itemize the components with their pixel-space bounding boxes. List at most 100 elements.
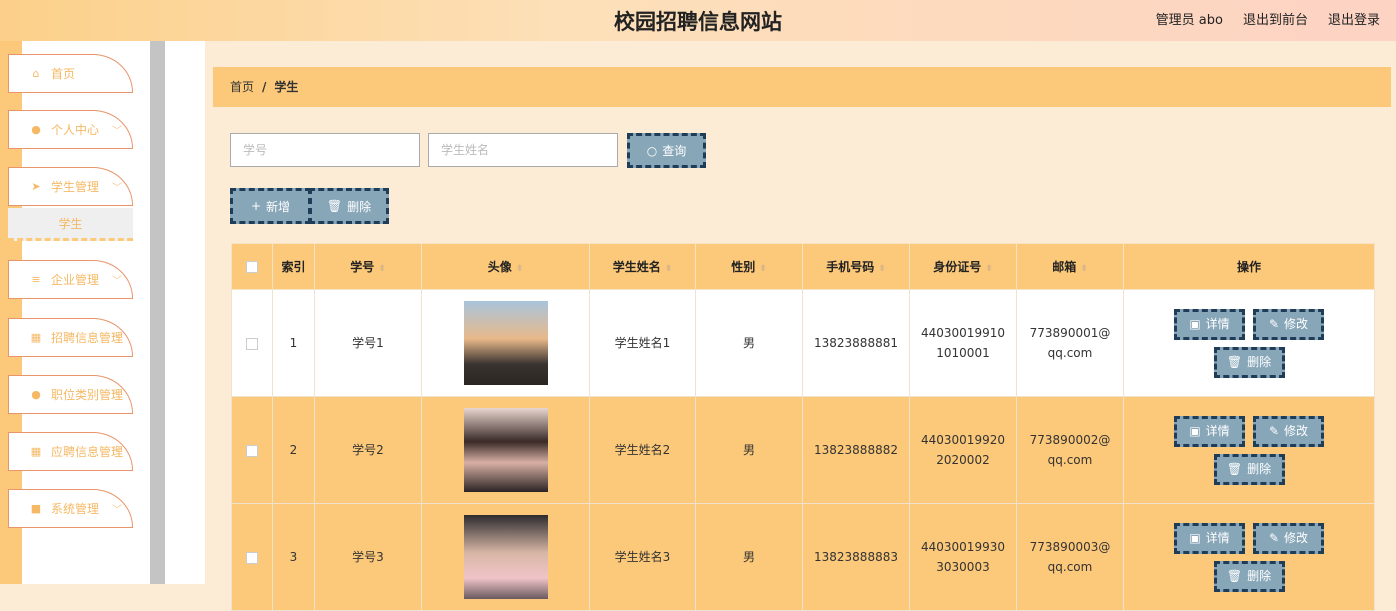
edit-button[interactable]: ✎ 修改 bbox=[1253, 415, 1324, 447]
sort-icon[interactable]: ⬍ bbox=[378, 264, 386, 274]
cell-student-id: 学号1 bbox=[314, 289, 422, 397]
edit-button[interactable]: ✎ 修改 bbox=[1253, 308, 1324, 340]
table-row: 1 学号1 学生姓名1 男 13823888881 44030019910101… bbox=[231, 289, 1375, 397]
cell-phone: 13823888881 bbox=[802, 289, 910, 397]
cell-index: 1 bbox=[272, 289, 315, 397]
trash-icon: 🗑 bbox=[1226, 355, 1243, 369]
batch-delete-button[interactable]: 🗑 删除 bbox=[309, 188, 389, 224]
delete-label: 删除 bbox=[347, 199, 372, 214]
column-header[interactable]: 头像 ⬍ bbox=[421, 243, 590, 290]
header-label: 索引 bbox=[281, 260, 306, 274]
cell-idcard: 440300199303030003 bbox=[909, 503, 1017, 611]
cell-name: 学生姓名2 bbox=[589, 396, 696, 504]
sidebar-scrollbar[interactable] bbox=[150, 41, 165, 584]
sidebar-item-label: 系统管理 bbox=[51, 502, 100, 516]
cell-name: 学生姓名1 bbox=[589, 289, 696, 397]
logout-link[interactable]: 退出登录 bbox=[1328, 9, 1380, 28]
pencil-icon: ✎ bbox=[1268, 531, 1280, 545]
admin-user: 管理员 abo bbox=[1155, 13, 1223, 28]
column-header[interactable]: 学号 ⬍ bbox=[314, 243, 422, 290]
paper-plane-icon: ➤ bbox=[31, 180, 41, 193]
table-row: 2 学号2 学生姓名2 男 13823888882 44030019920202… bbox=[231, 396, 1375, 504]
column-header[interactable]: 手机号码 ⬍ bbox=[802, 243, 910, 290]
sort-icon[interactable]: ⬍ bbox=[665, 264, 673, 274]
row-checkbox[interactable] bbox=[246, 337, 258, 350]
chevron-down-icon: ﹀ bbox=[112, 505, 122, 516]
avatar-image bbox=[463, 408, 548, 492]
student-id-input[interactable]: 学号 bbox=[230, 133, 420, 167]
sidebar-item-label: 企业管理 bbox=[51, 273, 100, 287]
sidebar-item-0[interactable]: ⌂ 首页 bbox=[8, 54, 133, 93]
cell-email: 773890002@qq.com bbox=[1016, 396, 1124, 504]
exit-to-front-link[interactable]: 退出到前台 bbox=[1243, 9, 1308, 28]
sidebar-item-label: 首页 bbox=[51, 67, 76, 81]
search-icon: ○ bbox=[646, 143, 658, 158]
sidebar-item-5[interactable]: ● 职位类别管理 ﹀ bbox=[8, 375, 133, 414]
select-all-header bbox=[231, 243, 273, 290]
column-header: 索引 bbox=[272, 243, 315, 290]
sidebar-gap bbox=[165, 41, 205, 584]
delete-label: 删除 bbox=[1247, 569, 1272, 583]
settings-icon: ■ bbox=[30, 502, 42, 515]
row-checkbox[interactable] bbox=[246, 551, 258, 564]
cell-student-id: 学号2 bbox=[314, 396, 422, 504]
delete-button[interactable]: 🗑 删除 bbox=[1213, 346, 1285, 378]
sidebar-item-label: 个人中心 bbox=[51, 123, 100, 137]
header-label: 性别 bbox=[731, 260, 756, 274]
user-icon: ● bbox=[31, 123, 41, 136]
pencil-icon: ✎ bbox=[1268, 317, 1280, 331]
breadcrumb-current: 学生 bbox=[274, 80, 299, 94]
breadcrumb-home[interactable]: 首页 bbox=[230, 80, 254, 94]
delete-button[interactable]: 🗑 删除 bbox=[1213, 453, 1285, 485]
column-header[interactable]: 学生姓名 ⬍ bbox=[589, 243, 696, 290]
sidebar-item-3[interactable]: ≡ 企业管理 ﹀ bbox=[8, 260, 133, 299]
select-all-checkbox[interactable] bbox=[246, 261, 258, 273]
cell-name: 学生姓名3 bbox=[589, 503, 696, 611]
column-header[interactable]: 性别 ⬍ bbox=[695, 243, 803, 290]
detail-label: 详情 bbox=[1205, 531, 1230, 545]
sidebar-item-7[interactable]: ■ 系统管理 ﹀ bbox=[8, 489, 133, 528]
detail-button[interactable]: ▣ 详情 bbox=[1174, 308, 1245, 340]
sort-icon[interactable]: ⬍ bbox=[878, 264, 886, 274]
breadcrumb: 首页 / 学生 bbox=[213, 67, 1391, 107]
header-label: 手机号码 bbox=[826, 260, 875, 274]
header-label: 学号 bbox=[350, 260, 375, 274]
add-label: 新增 bbox=[266, 199, 291, 214]
delete-button[interactable]: 🗑 删除 bbox=[1213, 560, 1285, 592]
sidebar-item-4[interactable]: ▦ 招聘信息管理 ﹀ bbox=[8, 318, 133, 357]
trash-icon: 🗑 bbox=[1226, 569, 1243, 583]
edit-label: 修改 bbox=[1284, 424, 1309, 438]
sidebar-item-label: 学生管理 bbox=[51, 180, 100, 194]
detail-label: 详情 bbox=[1205, 424, 1230, 438]
cell-phone: 13823888883 bbox=[802, 503, 910, 611]
chevron-down-icon: ﹀ bbox=[112, 276, 122, 287]
detail-button[interactable]: ▣ 详情 bbox=[1174, 522, 1245, 554]
delete-label: 删除 bbox=[1247, 462, 1272, 476]
cell-index: 3 bbox=[272, 503, 315, 611]
sort-icon[interactable]: ⬍ bbox=[516, 264, 524, 274]
add-button[interactable]: + 新增 bbox=[230, 188, 311, 224]
sidebar-item-2[interactable]: ➤ 学生管理 ﹀ bbox=[8, 167, 133, 206]
column-header[interactable]: 邮箱 ⬍ bbox=[1016, 243, 1124, 290]
query-button[interactable]: ○ 查询 bbox=[627, 133, 706, 168]
table-row: 3 学号3 学生姓名3 男 13823888883 44030019930303… bbox=[231, 503, 1375, 611]
pencil-icon: ✎ bbox=[1268, 424, 1280, 438]
sidebar-item-6[interactable]: ▦ 应聘信息管理 ﹀ bbox=[8, 432, 133, 471]
sort-icon[interactable]: ⬍ bbox=[985, 264, 993, 274]
detail-button[interactable]: ▣ 详情 bbox=[1174, 415, 1245, 447]
home-icon: ⌂ bbox=[32, 67, 40, 80]
header-label: 操作 bbox=[1236, 260, 1261, 274]
sort-icon[interactable]: ⬍ bbox=[1080, 264, 1088, 274]
cell-gender: 男 bbox=[695, 503, 803, 611]
sidebar-subitem-student[interactable]: 学生 bbox=[8, 208, 133, 241]
avatar-image bbox=[463, 515, 548, 599]
student-name-input[interactable]: 学生姓名 bbox=[428, 133, 618, 167]
row-checkbox[interactable] bbox=[246, 444, 258, 457]
column-header[interactable]: 身份证号 ⬍ bbox=[909, 243, 1017, 290]
grid-icon: ▦ bbox=[30, 445, 42, 458]
sort-icon[interactable]: ⬍ bbox=[759, 264, 767, 274]
sidebar-item-1[interactable]: ● 个人中心 ﹀ bbox=[8, 110, 133, 149]
edit-button[interactable]: ✎ 修改 bbox=[1253, 522, 1324, 554]
trash-icon: 🗑 bbox=[326, 199, 343, 213]
student-table: 索引 学号 ⬍ 头像 ⬍ 学生姓名 ⬍ 性别 ⬍ 手机号码 ⬍ 身份证号 ⬍ 邮箱 ⬍ 操作 1 学号1 学生… bbox=[231, 243, 1375, 611]
